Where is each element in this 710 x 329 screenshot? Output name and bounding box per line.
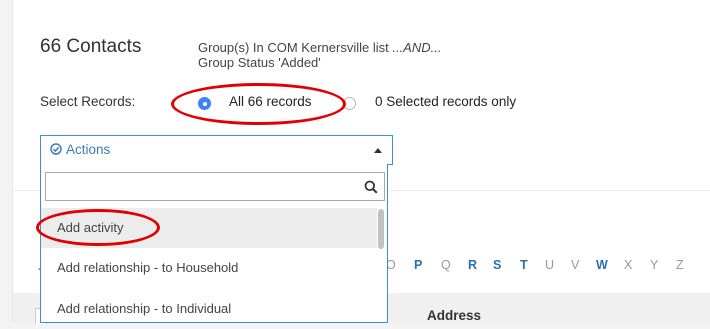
action-option-add-activity[interactable]: Add activity: [41, 208, 377, 248]
address-column-header[interactable]: Address: [427, 308, 481, 323]
alphabet-letter-r[interactable]: R: [468, 258, 477, 272]
dropdown-scrollbar[interactable]: [377, 208, 385, 323]
search-icon: [364, 180, 378, 194]
alphabet-letter-t[interactable]: T: [520, 258, 528, 272]
alphabet-letter-v: V: [571, 258, 580, 272]
caret-up-icon: [374, 148, 382, 153]
alphabet-letter-x: X: [624, 258, 633, 272]
check-circle-icon: [50, 143, 62, 155]
alphabet-letter-y: Y: [650, 258, 659, 272]
actions-select[interactable]: Actions: [40, 135, 393, 165]
action-option-relationship-individual[interactable]: Add relationship - to Individual: [41, 289, 377, 329]
alphabet-letter-q: Q: [441, 258, 451, 272]
radio-all-records[interactable]: [198, 97, 211, 110]
alphabet-letter-z: Z: [676, 258, 684, 272]
actions-label: Actions: [66, 142, 111, 157]
search-criteria: Group(s) In COM Kernersville list ...AND…: [198, 40, 441, 70]
criteria-line-2: Group Status 'Added': [198, 55, 321, 70]
actions-search-field[interactable]: [45, 172, 385, 201]
radio-selected-records[interactable]: [343, 97, 356, 110]
radio-all-records-label[interactable]: All 66 records: [229, 94, 312, 109]
criteria-line-1: Group(s) In COM Kernersville list ...AND…: [198, 40, 441, 55]
scrollbar-thumb[interactable]: [378, 209, 384, 249]
alphabet-letter-u: U: [545, 258, 555, 272]
alphabet-letter-p[interactable]: P: [414, 258, 422, 272]
radio-selected-records-label[interactable]: 0 Selected records only: [375, 94, 516, 109]
select-records-label: Select Records:: [40, 94, 136, 109]
criteria-group: Group(s) In COM Kernersville list: [198, 40, 393, 55]
page-title: 66 Contacts: [40, 36, 142, 57]
alphabet-letter-s[interactable]: S: [493, 258, 501, 272]
criteria-operator: ...AND...: [392, 40, 442, 55]
actions-dropdown: Add activity Add relationship - to House…: [40, 164, 388, 323]
alphabet-letter-w[interactable]: W: [596, 258, 608, 272]
action-option-relationship-household[interactable]: Add relationship - to Household: [41, 248, 377, 288]
